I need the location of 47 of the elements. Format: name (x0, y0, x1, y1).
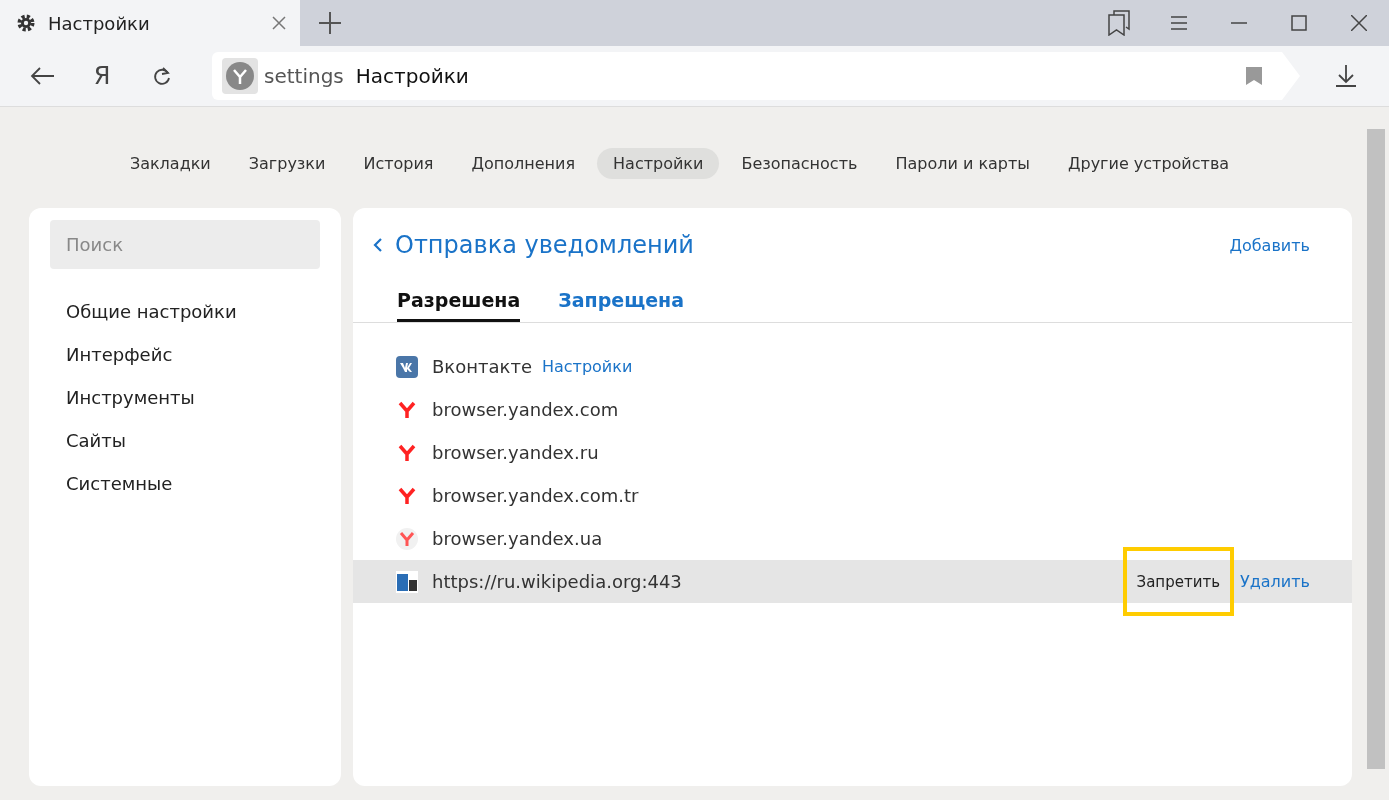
site-name: browser.yandex.com (432, 399, 619, 420)
yandex-logo-icon (225, 61, 255, 91)
yandex-y-icon (396, 527, 418, 550)
address-scheme: settings (264, 64, 344, 88)
sidebar-item[interactable]: Общие настройки (50, 297, 320, 327)
sidebar-item[interactable]: Инструменты (50, 383, 320, 413)
sidebar-item[interactable]: Интерфейс (50, 340, 320, 370)
nav-tab[interactable]: Загрузки (232, 148, 342, 179)
tab[interactable]: Запрещена (558, 289, 685, 322)
nav-tab[interactable]: Пароли и карты (879, 148, 1046, 179)
page-title: Отправка уведомлений (395, 231, 695, 259)
menu-icon[interactable] (1171, 16, 1187, 30)
back-icon[interactable] (30, 67, 54, 85)
reload-icon[interactable] (152, 66, 172, 86)
nav-tab[interactable]: Другие устройства (1051, 148, 1246, 179)
block-button[interactable]: Запретить (1132, 565, 1224, 598)
site-name: browser.yandex.ua (432, 528, 603, 549)
search-field[interactable]: Поиск (50, 220, 320, 269)
new-tab-icon[interactable] (319, 12, 341, 34)
sidebar-item[interactable]: Системные (50, 469, 320, 499)
bookmarks-icon[interactable] (1107, 10, 1131, 36)
nav-tab[interactable]: Дополнения (455, 148, 592, 179)
add-link[interactable]: Добавить (1229, 235, 1310, 255)
site-favicon-icon (396, 570, 418, 593)
nav-tab[interactable]: История (347, 148, 450, 179)
nav-tab[interactable]: Настройки (597, 148, 720, 179)
maximize-icon[interactable] (1291, 15, 1307, 31)
close-icon[interactable] (272, 16, 286, 30)
back-chevron-icon[interactable] (373, 237, 383, 253)
tab[interactable]: Разрешена (397, 289, 521, 322)
site-name: https://ru.wikipedia.org:443 (432, 571, 682, 592)
remove-link[interactable]: Удалить (1240, 572, 1310, 591)
address-title: Настройки (355, 64, 469, 88)
yandex-button[interactable]: Я (93, 62, 111, 90)
site-name: browser.yandex.com.tr (432, 485, 639, 506)
nav-tab[interactable]: Закладки (113, 148, 227, 179)
address-bar[interactable]: settings Настройки (212, 52, 1300, 100)
site-name: browser.yandex.ru (432, 442, 599, 463)
download-icon[interactable] (1336, 65, 1356, 87)
sidebar-item[interactable]: Сайты (50, 426, 320, 456)
gear-icon (16, 13, 36, 33)
settings-link[interactable]: Настройки (541, 357, 633, 376)
vk-icon (396, 355, 418, 378)
bookmark-icon[interactable] (1246, 67, 1262, 85)
site-name: Вконтакте (432, 356, 532, 377)
nav-tab[interactable]: Безопасность (725, 148, 874, 179)
close-icon[interactable] (1351, 15, 1367, 31)
